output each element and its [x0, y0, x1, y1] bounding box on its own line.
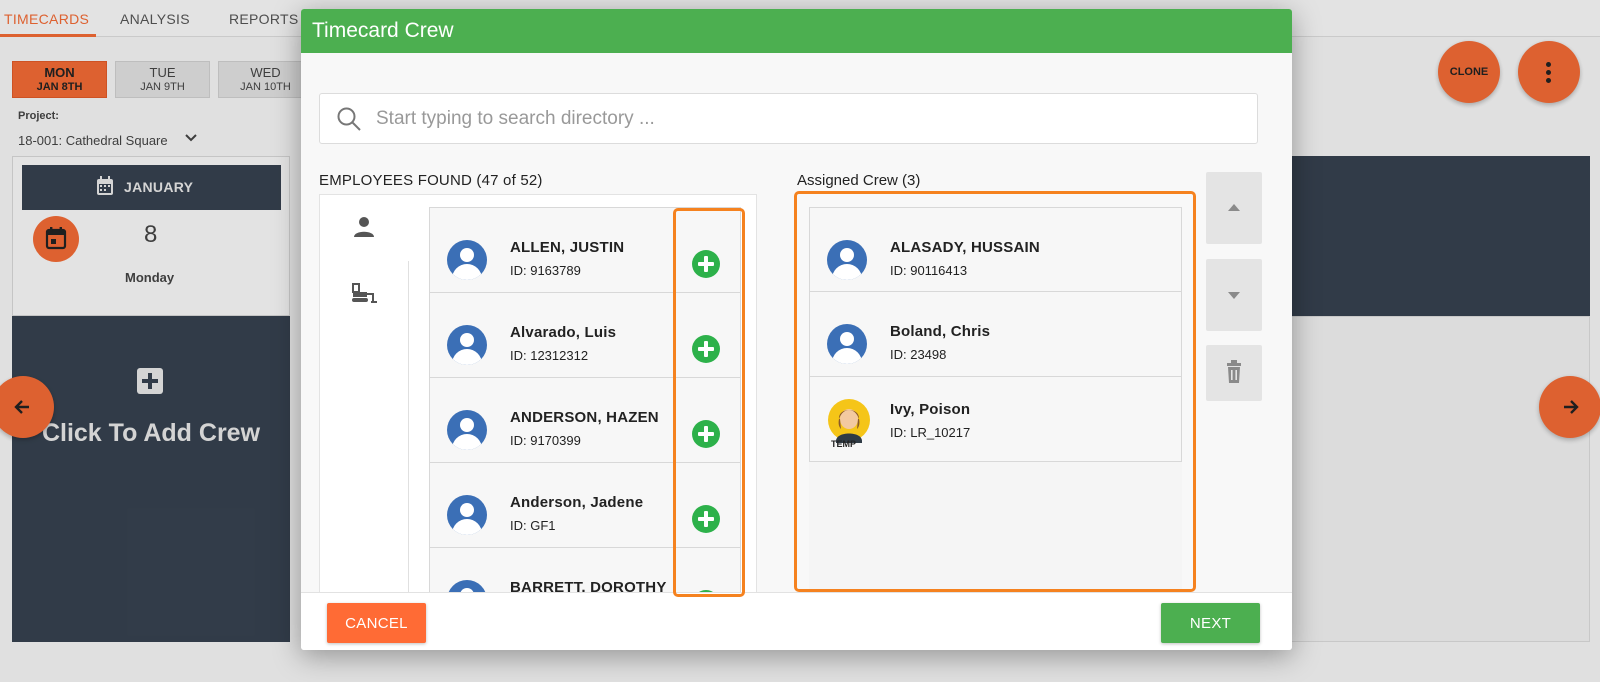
search-input[interactable]	[376, 104, 1236, 134]
next-button[interactable]: NEXT	[1161, 603, 1260, 643]
person-avatar-icon	[447, 240, 487, 280]
remove-crew-button[interactable]	[1206, 345, 1262, 401]
person-icon	[354, 217, 374, 237]
tab-employees[interactable]	[320, 195, 408, 261]
person-avatar-icon	[447, 410, 487, 450]
employee-id: ID: 12312312	[510, 348, 589, 363]
cancel-button[interactable]: CANCEL	[327, 603, 426, 643]
search-icon	[337, 107, 361, 131]
move-up-button[interactable]	[1206, 172, 1262, 244]
arrow-up-icon	[1228, 204, 1240, 211]
add-buttons-highlight	[673, 208, 745, 597]
employee-id: ID: 9163789	[510, 263, 581, 278]
tab-equipment[interactable]	[320, 261, 408, 327]
employee-id: ID: 9170399	[510, 433, 581, 448]
employee-name: ALLEN, JUSTIN	[510, 239, 625, 256]
arrow-down-icon	[1228, 292, 1240, 299]
person-avatar-icon	[447, 495, 487, 535]
employee-name: Alvarado, Luis	[510, 324, 617, 341]
employee-name: ANDERSON, HAZEN	[510, 409, 659, 426]
move-down-button[interactable]	[1206, 259, 1262, 331]
person-avatar-icon	[447, 325, 487, 365]
dialog-footer: CANCEL NEXT	[301, 592, 1292, 650]
employee-id: ID: GF1	[510, 518, 556, 533]
employees-found-label: EMPLOYEES FOUND (47 of 52)	[319, 172, 543, 189]
assigned-crew-highlight	[794, 191, 1196, 592]
assigned-crew-label: Assigned Crew (3)	[797, 172, 921, 189]
tab-divider	[408, 261, 409, 605]
dialog-title: Timecard Crew	[312, 19, 454, 42]
trash-icon	[1227, 360, 1241, 383]
employee-name: Anderson, Jadene	[510, 494, 644, 511]
equipment-icon	[352, 283, 377, 303]
directory-search	[319, 93, 1258, 144]
dialog-header: Timecard Crew	[301, 9, 1292, 53]
